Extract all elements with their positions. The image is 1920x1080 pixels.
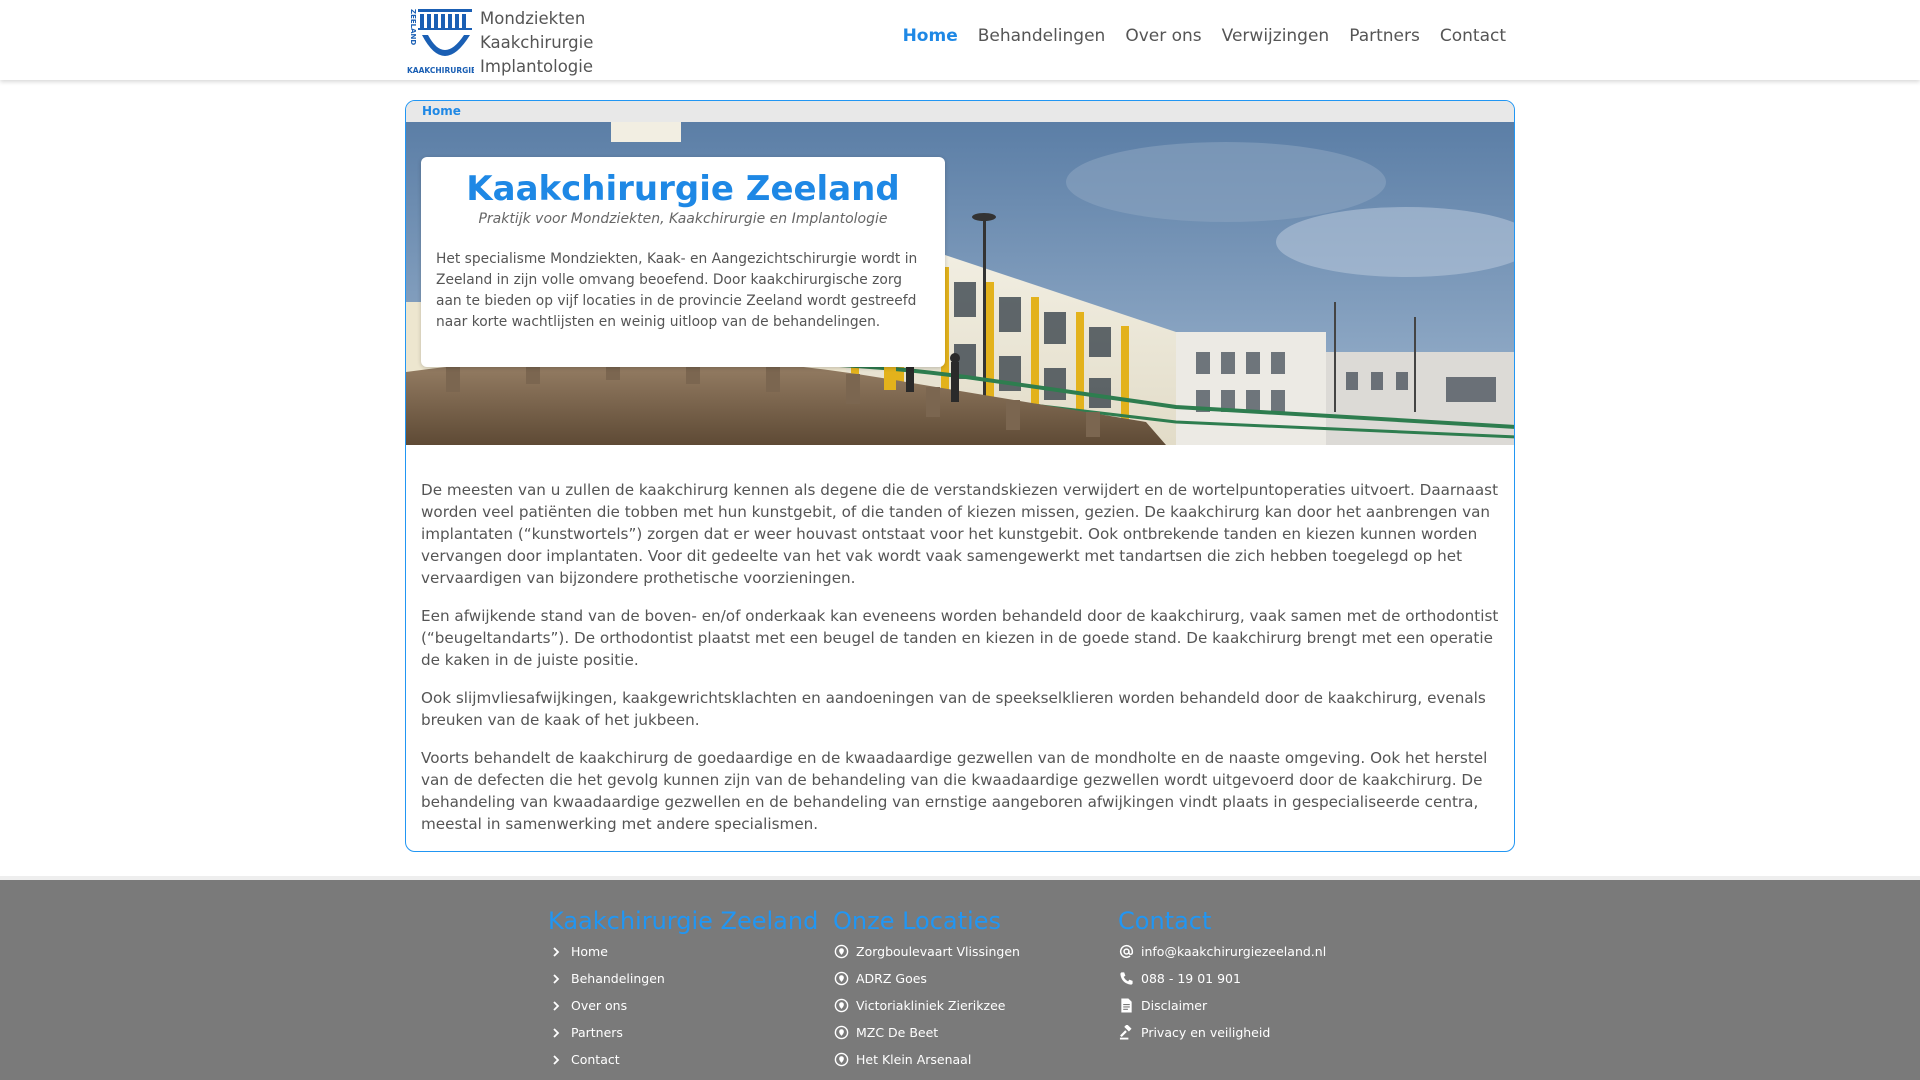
chevron-right-icon [548,1052,564,1068]
site-logo[interactable]: ZEELAND KAAKCHIRURGIE [406,5,476,75]
footer-contact-label: info@kaakchirurgiezeeland.nl [1141,944,1327,959]
footer-location-label: MZC De Beet [856,1025,939,1040]
document-icon [1118,998,1134,1014]
main-content: De meesten van u zullen de kaakchirurg k… [421,479,1501,851]
nav-item-contact[interactable]: Contact [1440,26,1506,46]
footer-column-contact: Contact info@kaakchirurgiezeeland.nl 088… [1118,906,1326,1046]
brand-tagline: Mondziekten Kaakchirurgie Implantologie [480,7,593,79]
footer-location-zierikzee[interactable]: Victoriakliniek Zierikzee [833,992,1020,1019]
footer-location-klein-arsenaal[interactable]: Het Klein Arsenaal [833,1046,1020,1073]
location-pin-icon [833,1025,849,1041]
nav-item-behandelingen[interactable]: Behandelingen [978,26,1106,46]
intro-subtitle: Praktijk voor Mondziekten, Kaakchirurgie… [478,211,888,227]
footer-column-title: Contact [1118,907,1212,935]
footer-contact-label: Disclaimer [1141,998,1208,1013]
footer-location-label: ADRZ Goes [856,971,927,986]
footer-column-title: Onze Locaties [833,907,1001,935]
brand-line: Kaakchirurgie [480,33,594,52]
content-paragraph: Voorts behandelt de kaakchirurg de goeda… [421,749,1488,833]
main-card: Home Kaakchirurgie Zeeland Praktijk voor… [405,100,1515,852]
hero-image: Kaakchirurgie Zeeland Praktijk voor Mond… [406,122,1514,445]
site-header: ZEELAND KAAKCHIRURGIE Mondziekten Kaakch… [0,0,1920,80]
brand-line: Implantologie [480,57,594,76]
brand-line: Mondziekten [480,9,586,28]
intro-box: Kaakchirurgie Zeeland Praktijk voor Mond… [421,157,945,367]
site-footer: Kaakchirurgie Zeeland Home Behandelingen… [0,876,1920,1080]
nav-item-partners[interactable]: Partners [1349,26,1420,46]
content-paragraph: De meesten van u zullen de kaakchirurg k… [421,481,1499,587]
footer-location-label: Zorgboulevaart Vlissingen [856,944,1020,959]
footer-link-behandelingen[interactable]: Behandelingen [548,965,818,992]
content-paragraph: Een afwijkende stand van de boven- en/of… [421,607,1499,669]
breadcrumb[interactable]: Home [422,104,461,118]
nav-item-verwijzingen[interactable]: Verwijzingen [1222,26,1330,46]
gavel-icon [1118,1025,1134,1041]
footer-contact-label: Privacy en veiligheid [1141,1025,1271,1040]
footer-link-label: Partners [571,1025,623,1040]
footer-location-label: Victoriakliniek Zierikzee [856,998,1006,1013]
nav-item-over-ons[interactable]: Over ons [1125,26,1201,46]
footer-link-over-ons[interactable]: Over ons [548,992,818,1019]
main-nav: Home Behandelingen Over ons Verwijzingen… [903,26,1506,46]
footer-link-partners[interactable]: Partners [548,1019,818,1046]
breadcrumb-bar: Home [406,101,1514,122]
footer-column-locations: Onze Locaties Zorgboulevaart Vlissingen … [833,906,1020,1073]
footer-link-label: Home [571,944,608,959]
intro-text: Het specialisme Mondziekten, Kaak- en Aa… [436,251,918,330]
footer-column-title: Kaakchirurgie Zeeland [548,907,819,935]
chevron-right-icon [548,998,564,1014]
chevron-right-icon [548,944,564,960]
location-pin-icon [833,998,849,1014]
footer-contact-privacy[interactable]: Privacy en veiligheid [1118,1019,1326,1046]
footer-location-goes[interactable]: ADRZ Goes [833,965,1020,992]
footer-contact-email[interactable]: info@kaakchirurgiezeeland.nl [1118,938,1326,965]
footer-link-home[interactable]: Home [548,938,818,965]
footer-contact-disclaimer[interactable]: Disclaimer [1118,992,1326,1019]
phone-icon [1118,971,1134,987]
footer-link-label: Contact [571,1052,620,1067]
intro-title: Kaakchirurgie Zeeland [466,169,900,209]
footer-link-contact[interactable]: Contact [548,1046,818,1073]
at-sign-icon [1118,944,1134,960]
nav-item-home[interactable]: Home [903,26,958,46]
logo-label: KAAKCHIRURGIE [407,66,474,75]
footer-location-de-beet[interactable]: MZC De Beet [833,1019,1020,1046]
footer-link-label: Over ons [571,998,628,1013]
footer-contact-phone[interactable]: 088 - 19 01 901 [1118,965,1326,992]
location-pin-icon [833,971,849,987]
chevron-right-icon [548,971,564,987]
footer-location-label: Het Klein Arsenaal [856,1052,972,1067]
content-paragraph: Ook slijmvliesafwijkingen, kaakgewrichts… [421,689,1486,729]
footer-column-site: Kaakchirurgie Zeeland Home Behandelingen… [548,906,818,1073]
location-pin-icon [833,1052,849,1068]
footer-location-vlissingen[interactable]: Zorgboulevaart Vlissingen [833,938,1020,965]
footer-contact-label: 088 - 19 01 901 [1141,971,1241,986]
chevron-right-icon [548,1025,564,1041]
logo-side-text: ZEELAND [409,9,417,45]
footer-link-label: Behandelingen [571,971,665,986]
location-pin-icon [833,944,849,960]
